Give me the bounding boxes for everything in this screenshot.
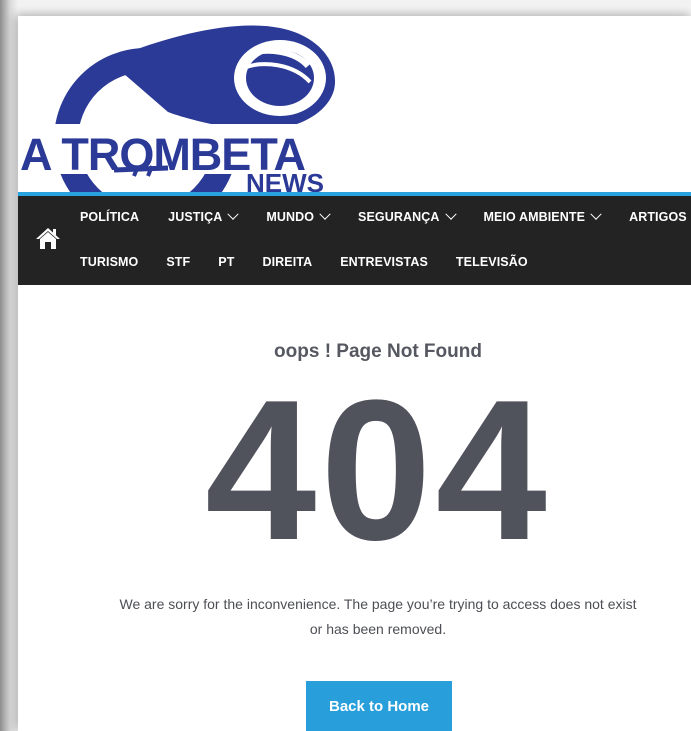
nav-item-mundo[interactable]: MUNDO [266,208,331,224]
nav-item-seguranca[interactable]: SEGURANÇA [358,208,457,224]
nav-item-artigos[interactable]: ARTIGOS [629,210,687,224]
site-header: A TROMBETA NEWS [18,16,691,196]
nav-item-stf[interactable]: STF [166,255,190,269]
nav-item-televisao[interactable]: TELEVISÃO [456,255,528,269]
nav-row-secondary: TURISMO STF PT DIREITA ENTREVISTAS TELEV… [80,255,556,269]
nav-item-pt[interactable]: PT [218,255,234,269]
home-icon [36,228,60,249]
nav-item-direita[interactable]: DIREITA [262,255,312,269]
error-message: We are sorry for the inconvenience. The … [119,596,637,637]
nav-item-justica[interactable]: JUSTIÇA [168,208,239,224]
site-logo[interactable]: A TROMBETA NEWS [18,20,348,196]
error-code: 404 [205,359,551,582]
nav-item-politica[interactable]: POLÍTICA [80,210,139,224]
browser-page: A TROMBETA NEWS POLÍTICA JUSTIÇA MUNDO S… [18,16,691,731]
error-404-section: oops ! Page Not Found 404 We are sorry f… [18,285,691,731]
chevron-down-icon [319,208,331,220]
nav-item-turismo[interactable]: TURISMO [80,255,138,269]
nav-item-entrevistas[interactable]: ENTREVISTAS [340,255,428,269]
chevron-down-icon [444,208,457,220]
main-navigation: POLÍTICA JUSTIÇA MUNDO SEGURANÇA MEIO AM… [18,196,691,285]
nav-row-primary: POLÍTICA JUSTIÇA MUNDO SEGURANÇA MEIO AM… [80,208,691,224]
chevron-down-icon [227,208,239,220]
chevron-down-icon [590,208,602,220]
back-to-home-button[interactable]: Back to Home [306,681,452,731]
nav-item-meio-ambiente[interactable]: MEIO AMBIENTE [484,208,602,224]
home-button[interactable] [28,218,68,258]
